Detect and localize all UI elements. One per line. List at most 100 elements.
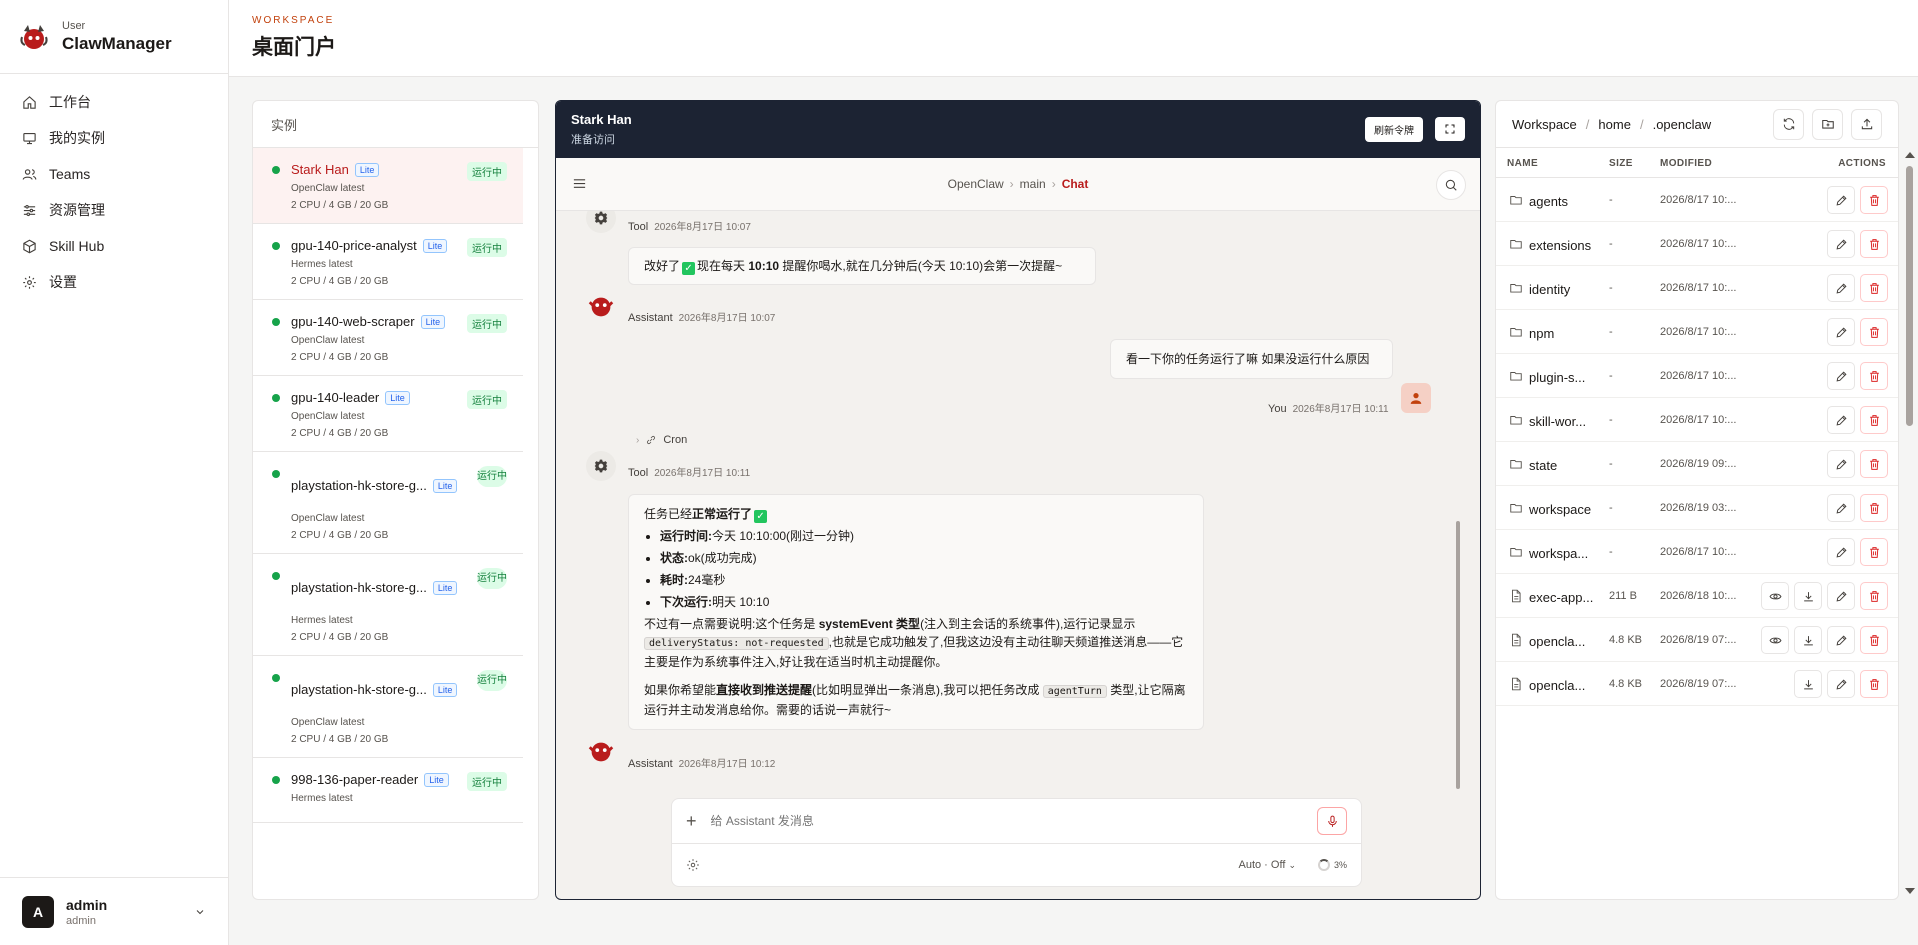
chat-search-button[interactable] <box>1436 170 1466 200</box>
file-row[interactable]: state - 2026/8/19 09:... <box>1496 442 1898 486</box>
download-button[interactable] <box>1794 670 1822 698</box>
mode-value: Auto · Off <box>1238 859 1286 871</box>
delete-button[interactable] <box>1860 582 1888 610</box>
delete-button[interactable] <box>1860 626 1888 654</box>
rename-button[interactable] <box>1827 186 1855 214</box>
instance-item[interactable]: playstation-hk-store-g... Lite OpenClaw la… <box>253 452 523 554</box>
tool-call-cron[interactable]: › Cron <box>636 434 687 446</box>
delete-button[interactable] <box>1860 538 1888 566</box>
file-name[interactable]: extensions <box>1529 238 1591 253</box>
file-row[interactable]: agents - 2026/8/17 10:... <box>1496 178 1898 222</box>
brand[interactable]: User ClawManager <box>0 0 228 74</box>
instance-item[interactable]: playstation-hk-store-g... Lite OpenClaw la… <box>253 656 523 758</box>
file-name[interactable]: skill-wor... <box>1529 414 1586 429</box>
col-modified[interactable]: MODIFIED <box>1660 158 1712 169</box>
instance-item[interactable]: gpu-140-web-scraper Lite OpenClaw latest 2 … <box>253 300 523 376</box>
file-name[interactable]: plugin-s... <box>1529 370 1585 385</box>
file-size: - <box>1609 282 1613 294</box>
delete-button[interactable] <box>1860 186 1888 214</box>
file-name[interactable]: exec-app... <box>1529 590 1593 605</box>
rename-button[interactable] <box>1827 582 1855 610</box>
download-button[interactable] <box>1794 582 1822 610</box>
nav-item-dashboard[interactable]: 工作台 <box>12 84 216 120</box>
instance-item[interactable]: playstation-hk-store-g... Lite Hermes late… <box>253 554 523 656</box>
file-row[interactable]: opencla... 4.8 KB 2026/8/19 07:... <box>1496 618 1898 662</box>
message-input[interactable] <box>710 814 1317 828</box>
rename-button[interactable] <box>1827 626 1855 654</box>
file-name[interactable]: npm <box>1529 326 1554 341</box>
inline-code: deliveryStatus: not-requested <box>644 637 829 650</box>
nav-item-teams[interactable]: Teams <box>12 156 216 192</box>
fullscreen-button[interactable] <box>1435 117 1465 141</box>
rename-button[interactable] <box>1827 230 1855 258</box>
download-button[interactable] <box>1794 626 1822 654</box>
running-badge: 运行中 <box>477 466 507 487</box>
instance-item[interactable]: Stark Han Lite OpenClaw latest 2 CPU / 4 GB… <box>253 148 523 224</box>
file-row[interactable]: opencla... 4.8 KB 2026/8/19 07:... <box>1496 662 1898 706</box>
crumb-workspace[interactable]: Workspace <box>1512 117 1577 132</box>
file-name[interactable]: workspa... <box>1529 546 1588 561</box>
pencil-icon <box>1836 458 1847 469</box>
preview-button[interactable] <box>1761 626 1789 654</box>
nav-item-settings[interactable]: 设置 <box>12 264 216 300</box>
settings-gear-icon[interactable] <box>686 858 700 872</box>
file-row[interactable]: identity - 2026/8/17 10:... <box>1496 266 1898 310</box>
file-name[interactable]: opencla... <box>1529 634 1585 649</box>
instance-item[interactable]: gpu-140-leader Lite OpenClaw latest 2 CPU /… <box>253 376 523 452</box>
delete-button[interactable] <box>1860 230 1888 258</box>
file-row[interactable]: skill-wor... - 2026/8/17 10:... <box>1496 398 1898 442</box>
crumb-main[interactable]: main <box>1020 177 1046 191</box>
nav-item-skill-hub[interactable]: Skill Hub <box>12 228 216 264</box>
delete-button[interactable] <box>1860 362 1888 390</box>
file-row[interactable]: extensions - 2026/8/17 10:... <box>1496 222 1898 266</box>
refresh-token-button[interactable]: 刷新令牌 <box>1365 117 1423 142</box>
rename-button[interactable] <box>1827 274 1855 302</box>
file-row[interactable]: exec-app... 211 B 2026/8/18 10:... <box>1496 574 1898 618</box>
user-menu[interactable]: A admin admin <box>0 877 228 945</box>
instance-list-scrollbar[interactable] <box>1906 166 1913 426</box>
rename-button[interactable] <box>1827 450 1855 478</box>
instance-item[interactable]: 998-136-paper-reader Lite Hermes latest 运行中 <box>253 758 523 823</box>
rename-button[interactable] <box>1827 538 1855 566</box>
file-row[interactable]: plugin-s... - 2026/8/17 10:... <box>1496 354 1898 398</box>
rename-button[interactable] <box>1827 494 1855 522</box>
new-folder-button[interactable] <box>1812 108 1843 140</box>
delete-button[interactable] <box>1860 318 1888 346</box>
chevron-down-icon[interactable] <box>194 906 206 918</box>
delete-button[interactable] <box>1860 274 1888 302</box>
instance-item[interactable]: gpu-140-price-analyst Lite Hermes latest 2 … <box>253 224 523 300</box>
file-row[interactable]: workspa... - 2026/8/17 10:... <box>1496 530 1898 574</box>
delete-button[interactable] <box>1860 670 1888 698</box>
upload-button[interactable] <box>1851 108 1882 140</box>
add-attachment-icon[interactable]: + <box>686 811 697 832</box>
col-size[interactable]: SIZE <box>1609 158 1633 169</box>
file-row[interactable]: npm - 2026/8/17 10:... <box>1496 310 1898 354</box>
rename-button[interactable] <box>1827 670 1855 698</box>
file-name[interactable]: state <box>1529 458 1557 473</box>
crumb-home[interactable]: home <box>1598 117 1631 132</box>
mode-select[interactable]: Auto · Off ⌄ <box>1239 859 1296 871</box>
nav-item-my-instances[interactable]: 我的实例 <box>12 120 216 156</box>
col-name[interactable]: NAME <box>1507 158 1538 169</box>
preview-button[interactable] <box>1761 582 1789 610</box>
delete-button[interactable] <box>1860 494 1888 522</box>
file-name[interactable]: identity <box>1529 282 1570 297</box>
file-name[interactable]: workspace <box>1529 502 1591 517</box>
delete-button[interactable] <box>1860 406 1888 434</box>
nav-item-resources[interactable]: 资源管理 <box>12 192 216 228</box>
list-item: 状态:ok(成功完成) <box>660 549 1188 567</box>
rename-button[interactable] <box>1827 362 1855 390</box>
rename-button[interactable] <box>1827 406 1855 434</box>
file-row[interactable]: workspace - 2026/8/19 03:... <box>1496 486 1898 530</box>
voice-input-button[interactable] <box>1317 807 1347 835</box>
refresh-files-button[interactable] <box>1773 108 1804 140</box>
menu-icon[interactable] <box>572 176 587 191</box>
chat-scrollbar[interactable] <box>1456 521 1460 789</box>
rename-button[interactable] <box>1827 318 1855 346</box>
scroll-up-arrow-icon[interactable] <box>1905 152 1915 158</box>
delete-button[interactable] <box>1860 450 1888 478</box>
file-name[interactable]: opencla... <box>1529 678 1585 693</box>
crumb-openclaw[interactable]: OpenClaw <box>948 177 1004 191</box>
file-name[interactable]: agents <box>1529 194 1568 209</box>
scroll-down-arrow-icon[interactable] <box>1905 888 1915 894</box>
